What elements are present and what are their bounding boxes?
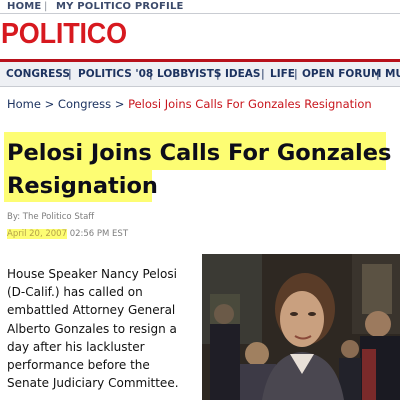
nav-separator: | bbox=[294, 67, 298, 80]
nav-item-more[interactable]: MU bbox=[385, 68, 400, 80]
article-headline: Pelosi Joins Calls For Gonzales Resignat… bbox=[7, 140, 392, 199]
nav-item-life[interactable]: LIFE bbox=[270, 68, 295, 80]
nav-separator: | bbox=[68, 67, 72, 80]
breadcrumb-current: Pelosi Joins Calls For Gonzales Resignat… bbox=[128, 97, 372, 111]
article-body: House Speaker Nancy Pelosi (D-Calif.) ha… bbox=[7, 267, 179, 391]
breadcrumb: Home > Congress > Pelosi Joins Calls For… bbox=[7, 97, 372, 111]
article-byline: By: The Politico Staff bbox=[7, 212, 95, 222]
main-nav: CONGRESS | POLITICS '08 | LOBBYISTS | ID… bbox=[0, 62, 400, 87]
nav-item-lobbyists[interactable]: LOBBYISTS bbox=[157, 68, 221, 80]
utility-separator: | bbox=[44, 1, 48, 12]
news-photo-icon bbox=[202, 254, 400, 400]
breadcrumb-arrow: > bbox=[114, 97, 125, 111]
nav-item-open-forum[interactable]: OPEN FORUM bbox=[302, 68, 381, 80]
breadcrumb-home[interactable]: Home bbox=[7, 97, 41, 111]
nav-separator: | bbox=[149, 67, 153, 80]
breadcrumb-arrow: > bbox=[44, 97, 55, 111]
nav-separator: | bbox=[216, 67, 220, 80]
nav-item-politics-08[interactable]: POLITICS '08 bbox=[78, 68, 153, 80]
my-profile-link[interactable]: MY POLITICO PROFILE bbox=[56, 0, 184, 13]
article-date: April 20, 2007 bbox=[7, 229, 67, 239]
article-time: 02:56 PM EST bbox=[69, 229, 129, 239]
politico-logo[interactable]: POLITICO bbox=[1, 17, 127, 51]
nav-separator: | bbox=[261, 67, 265, 80]
utility-divider bbox=[0, 13, 400, 14]
nav-item-ideas[interactable]: IDEAS bbox=[225, 68, 260, 80]
nav-item-congress[interactable]: CONGRESS bbox=[6, 68, 70, 80]
utility-bar: HOME | MY POLITICO PROFILE bbox=[0, 0, 400, 13]
article-photo[interactable] bbox=[202, 254, 400, 400]
nav-separator: | bbox=[376, 67, 380, 80]
breadcrumb-congress[interactable]: Congress bbox=[58, 97, 111, 111]
home-link[interactable]: HOME bbox=[7, 0, 41, 13]
article-dateline: April 20, 2007 02:56 PM EST bbox=[7, 229, 128, 239]
